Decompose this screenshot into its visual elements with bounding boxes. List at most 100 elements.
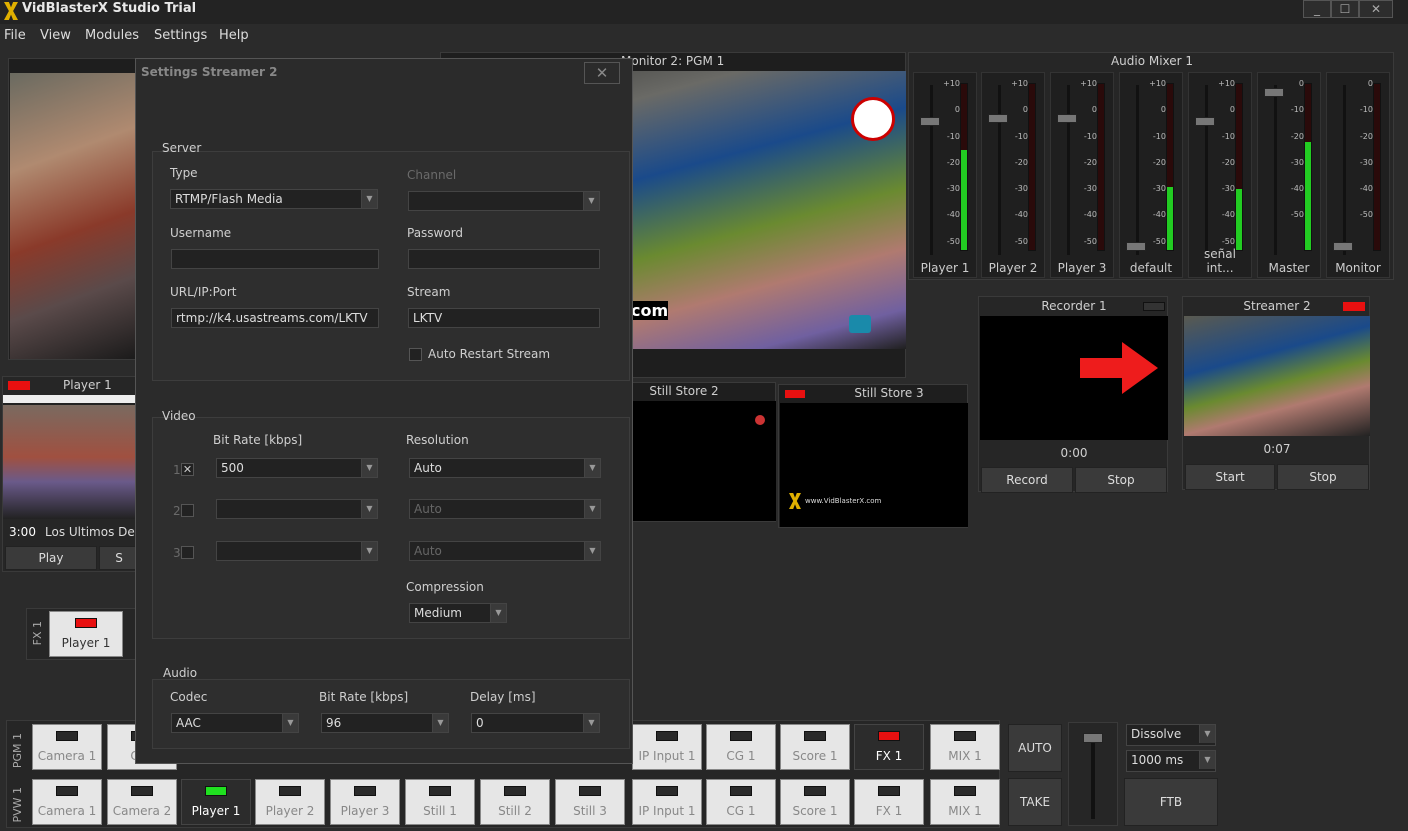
switcher-tile[interactable]: Still 3 <box>555 779 625 825</box>
chevron-down-icon: ▼ <box>584 500 600 518</box>
db-scale: +10 0 -10 -20 -30 -40 -50 <box>1080 79 1097 246</box>
tally-led <box>878 731 900 741</box>
menu-settings[interactable]: Settings <box>154 28 207 43</box>
fader-track <box>1343 85 1346 255</box>
still-store-3-led <box>785 390 805 398</box>
switcher-tile[interactable]: Camera 2 <box>107 779 177 825</box>
video-row-checkbox[interactable]: ✕ <box>181 463 194 476</box>
stream-label: Stream <box>407 285 451 299</box>
duration-select[interactable]: 1000 ms ▼ <box>1126 750 1216 772</box>
video-row-checkbox[interactable] <box>181 504 194 517</box>
chevron-down-icon: ▼ <box>282 714 298 732</box>
switcher-tile[interactable]: FX 1 <box>854 724 924 770</box>
db-scale: +10 0 -10 -20 -30 -40 -50 <box>1011 79 1028 246</box>
chevron-down-icon: ▼ <box>490 604 506 622</box>
switcher-tile[interactable]: Score 1 <box>780 724 850 770</box>
maximize-button[interactable]: ☐ <box>1331 0 1359 18</box>
transition-select[interactable]: Dissolve ▼ <box>1126 724 1216 746</box>
dialog-close-button[interactable]: ✕ <box>584 62 620 84</box>
player-1-stop-button[interactable]: S <box>99 546 139 570</box>
audio-strip-name: default <box>1129 261 1173 275</box>
t-bar-handle[interactable] <box>1083 733 1103 743</box>
switcher-tile[interactable]: MIX 1 <box>930 724 1000 770</box>
video-row-checkbox[interactable] <box>181 546 194 559</box>
video-bitrate-select[interactable]: 500 ▼ <box>216 458 378 478</box>
chevron-down-icon: ▼ <box>584 542 600 560</box>
recorder-stop-button[interactable]: Stop <box>1075 467 1167 493</box>
minimize-button[interactable]: _ <box>1303 0 1331 18</box>
menu-file[interactable]: File <box>4 28 26 43</box>
switcher-tile[interactable]: CG 1 <box>706 779 776 825</box>
audio-strip: +10 0 -10 -20 -30 -40 -50 Player 1 <box>913 72 977 278</box>
menu-modules[interactable]: Modules <box>85 28 139 43</box>
auto-restart-checkbox[interactable] <box>409 348 422 361</box>
recorder-title: Recorder 1 <box>1041 299 1107 313</box>
switcher-tile[interactable]: Score 1 <box>780 779 850 825</box>
close-button[interactable]: ✕ <box>1359 0 1393 18</box>
stream-field[interactable]: LKTV <box>408 308 600 328</box>
monitor-2-lower-text: com <box>631 301 669 320</box>
switcher-tile[interactable]: Player 3 <box>330 779 400 825</box>
streamer-start-button[interactable]: Start <box>1185 464 1275 490</box>
tally-led <box>656 731 678 741</box>
menu-view[interactable]: View <box>40 28 71 43</box>
still-store-2-panel: Still Store 2 <box>630 382 776 522</box>
video-bitrate-label: Bit Rate [kbps] <box>213 433 303 447</box>
record-button[interactable]: Record <box>981 467 1073 493</box>
level-meter-fill <box>1167 186 1173 250</box>
switcher-tile[interactable]: Camera 1 <box>32 779 102 825</box>
video-bitrate-select[interactable]: ▼ <box>216 499 378 519</box>
still-store-3-video <box>780 403 968 527</box>
compression-select[interactable]: Medium ▼ <box>409 603 507 623</box>
switcher-tile[interactable]: Camera 1 <box>32 724 102 770</box>
switcher-tile[interactable]: IP Input 1 <box>632 779 702 825</box>
player-1-title: Player 1 <box>63 378 112 392</box>
switcher-tile[interactable]: Player 1 <box>181 779 251 825</box>
url-field[interactable]: rtmp://k4.usastreams.com/LKTV <box>171 308 379 328</box>
switcher-tile[interactable]: MIX 1 <box>930 779 1000 825</box>
tally-led <box>579 786 601 796</box>
t-bar-track <box>1091 733 1095 819</box>
switcher-tile[interactable]: FX 1 <box>854 779 924 825</box>
chevron-down-icon: ▼ <box>361 459 377 477</box>
resolution-select[interactable]: Auto ▼ <box>409 458 601 478</box>
delay-select[interactable]: 0 ▼ <box>471 713 600 733</box>
player-1-play-button[interactable]: Play <box>5 546 97 570</box>
menu-help[interactable]: Help <box>219 28 249 43</box>
level-meter-fill <box>1236 188 1242 250</box>
auto-button[interactable]: AUTO <box>1008 724 1062 772</box>
chevron-down-icon: ▼ <box>583 714 599 732</box>
password-field[interactable] <box>408 249 600 269</box>
player-1-video <box>3 395 139 519</box>
resolution-select[interactable]: Auto ▼ <box>409 499 601 519</box>
take-button[interactable]: TAKE <box>1008 778 1062 826</box>
auto-restart-label: Auto Restart Stream <box>428 347 551 361</box>
video-bitrate-select[interactable]: ▼ <box>216 541 378 561</box>
switcher-tile[interactable]: Still 1 <box>405 779 475 825</box>
switcher-tile[interactable]: Still 2 <box>480 779 550 825</box>
switcher-tile[interactable]: CG 1 <box>706 724 776 770</box>
resolution-select[interactable]: Auto ▼ <box>409 541 601 561</box>
player-1-time: 3:00 <box>9 525 36 539</box>
ftb-button[interactable]: FTB <box>1124 778 1218 826</box>
level-meter <box>960 83 968 251</box>
tally-led <box>954 786 976 796</box>
fader-knob[interactable] <box>1333 241 1353 251</box>
level-meter-fill <box>1305 142 1311 250</box>
audio-strip: +10 0 -10 -20 -30 -40 -50 Player 3 <box>1050 72 1114 278</box>
channel-select[interactable]: ▼ <box>408 191 600 211</box>
switcher-tile[interactable]: IP Input 1 <box>632 724 702 770</box>
type-select[interactable]: RTMP/Flash Media ▼ <box>170 189 378 209</box>
switcher-tile[interactable]: Player 2 <box>255 779 325 825</box>
channel-label: Channel <box>407 168 457 182</box>
fx-tile-player-1[interactable]: Player 1 <box>49 611 123 657</box>
audio-strip-name: Player 2 <box>988 261 1038 275</box>
audio-bitrate-select[interactable]: 96 ▼ <box>321 713 449 733</box>
codec-label: Codec <box>170 690 208 704</box>
fx-tile-led <box>75 618 97 628</box>
tally-led <box>730 731 752 741</box>
username-field[interactable] <box>171 249 379 269</box>
codec-select[interactable]: AAC ▼ <box>171 713 299 733</box>
app-title: VidBlasterX Studio Trial <box>22 1 197 16</box>
streamer-stop-button[interactable]: Stop <box>1277 464 1369 490</box>
